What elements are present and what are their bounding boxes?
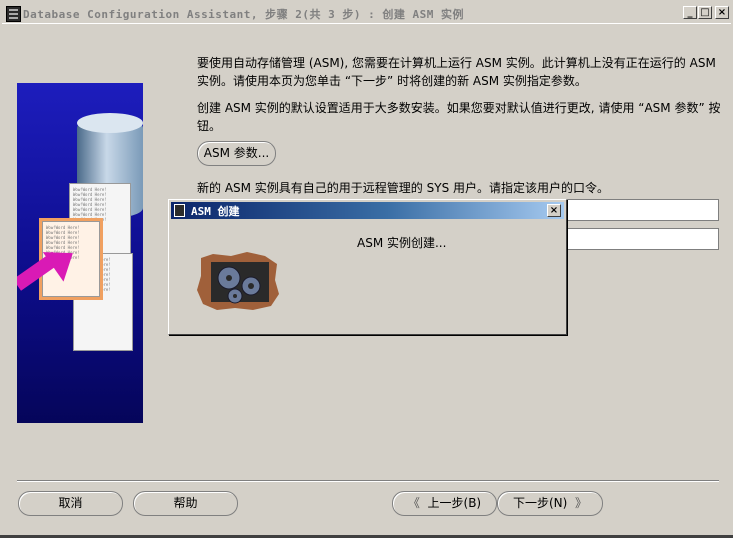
paper-text: Wow!Word Here! Wow!Word Here! Wow!Word H… <box>73 187 107 222</box>
cancel-button[interactable]: 取消 <box>18 491 123 516</box>
intro-text: 要使用自动存储管理 (ASM), 您需要在计算机上运行 ASM 实例。此计算机上… <box>197 56 716 88</box>
sys-password-text: 新的 ASM 实例具有自己的用于远程管理的 SYS 用户。请指定该用户的口令。 <box>197 181 610 195</box>
confirm-password-field[interactable] <box>560 228 719 250</box>
close-button[interactable]: × <box>715 6 729 19</box>
gears-icon <box>197 252 279 310</box>
chevron-right-icon: 》 <box>574 496 587 510</box>
footer-divider <box>17 480 719 482</box>
help-button[interactable]: 帮助 <box>133 491 238 516</box>
next-label: 下一步(N) <box>513 496 568 510</box>
app-icon <box>6 6 21 22</box>
back-label: 上一步(B) <box>427 496 482 510</box>
database-cylinder-top <box>77 113 143 133</box>
window-title: Database Configuration Assistant, 步骤 2(共… <box>23 8 465 21</box>
maximize-button[interactable]: □ <box>698 6 712 19</box>
title-bar: Database Configuration Assistant, 步骤 2(共… <box>2 3 731 24</box>
dialog-title: ASM 创建 <box>191 205 240 218</box>
main-window: Database Configuration Assistant, 步骤 2(共… <box>0 0 733 538</box>
progress-message: ASM 实例创建... <box>357 236 447 250</box>
wizard-illustration: Wow!Word Here! Wow!Word Here! Wow!Word H… <box>17 83 143 423</box>
next-button[interactable]: 下一步(N) 》 <box>497 491 603 516</box>
back-button[interactable]: 《 上一步(B) <box>392 491 497 516</box>
dialog-title-bar: ASM 创建 × <box>171 202 564 219</box>
dialog-close-button[interactable]: × <box>547 204 561 217</box>
minimize-button[interactable]: _ <box>683 6 697 19</box>
password-field[interactable] <box>560 199 719 221</box>
asm-params-button[interactable]: ASM 参数... <box>197 141 276 166</box>
app-icon <box>174 204 185 217</box>
chevron-left-icon: 《 <box>407 496 420 510</box>
asm-create-dialog: ASM 创建 × ASM 实例创建... <box>168 199 567 335</box>
defaults-text: 创建 ASM 实例的默认设置适用于大多数安装。如果您要对默认值进行更改, 请使用… <box>197 101 721 133</box>
